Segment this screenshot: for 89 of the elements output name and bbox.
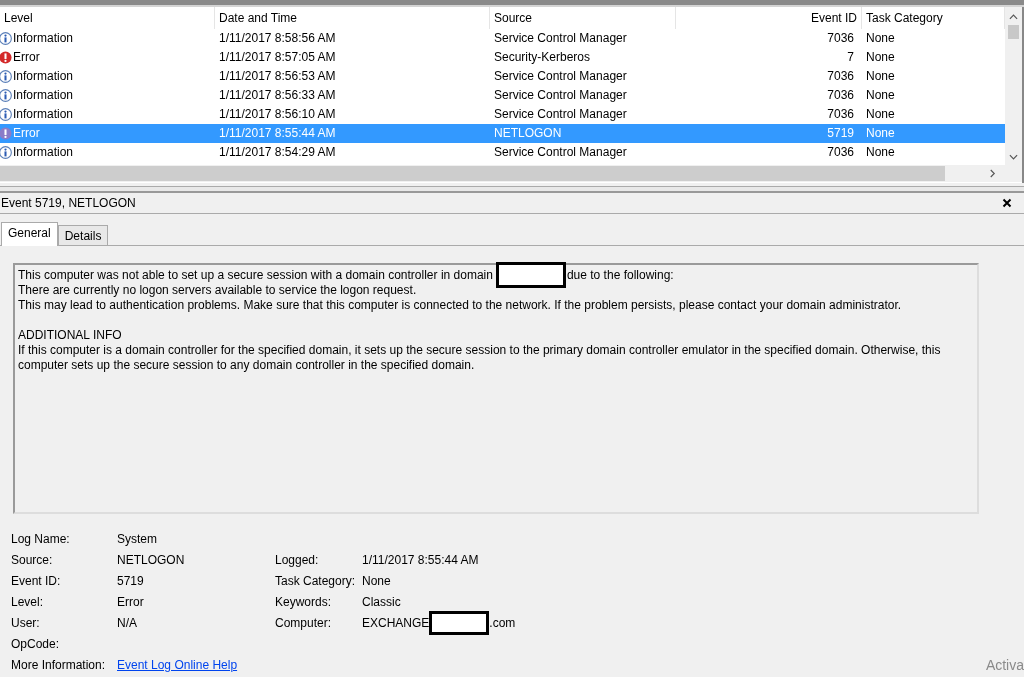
message-text: This may lead to authentication problems. Make sure that this computer is connected to the network. If the problem persists, please contact your domain administrator. (18, 298, 902, 313)
scroll-thumb[interactable] (0, 166, 945, 181)
event-id-cell-text: 7 (846, 49, 855, 66)
pane-splitter[interactable] (0, 186, 1024, 193)
help-link[interactable]: Event Log Online Help (117, 657, 238, 672)
event-id-cell-text: 5719 (826, 125, 855, 142)
tab[interactable]: General (1, 222, 58, 246)
field-label: Task Category: (275, 573, 357, 588)
column-header[interactable]: Source (490, 7, 676, 29)
field-value: EXCHANGE (362, 615, 430, 630)
task-category-cell-text: None (865, 144, 896, 161)
task-category-cell-text: None (865, 30, 896, 47)
error-icon (0, 127, 12, 140)
source-cell-text: NETLOGON (493, 125, 563, 142)
scroll-right-icon[interactable] (989, 169, 996, 178)
field-value: N/A (117, 615, 137, 630)
column-header[interactable]: Date and Time (215, 7, 490, 29)
event-row[interactable]: Information 1/11/2017 8:58:56 AM Service Control Manager 7036 None (0, 29, 1005, 48)
level-text: Information (13, 30, 74, 47)
event-row[interactable]: Information 1/11/2017 8:56:33 AM Service Control Manager 7036 None (0, 86, 1005, 105)
task-category-cell-text: None (865, 125, 896, 142)
date-cell-text: 1/11/2017 8:58:56 AM (218, 30, 337, 47)
horizontal-scrollbar[interactable] (0, 165, 1022, 182)
field-value: Classic (362, 594, 401, 609)
tab[interactable]: Details (57, 225, 109, 245)
date-cell-text: 1/11/2017 8:56:10 AM (218, 106, 337, 123)
level-text: Error (13, 125, 40, 142)
source-cell-text: Service Control Manager (493, 68, 628, 85)
date-cell-text: 1/11/2017 8:56:53 AM (218, 68, 337, 85)
task-category-cell-text: None (865, 49, 896, 66)
field-label: Event ID: (11, 573, 62, 588)
event-title: Event 5719, NETLOGON (1, 196, 136, 210)
event-id-cell-text: 7036 (826, 87, 855, 104)
message-text: due to the following: (566, 268, 674, 282)
event-row[interactable]: Error 1/11/2017 8:57:05 AM Security-Kerberos 7 None (0, 48, 1005, 67)
close-icon[interactable] (1002, 198, 1012, 208)
source-cell-text: Service Control Manager (493, 144, 628, 161)
field-label: More Information: (11, 657, 107, 672)
redaction-box (429, 610, 490, 635)
field-value: System (117, 531, 157, 546)
task-category-cell-text: None (865, 87, 896, 104)
message-text: If this computer is a domain controller for the specified domain, it sets up the secure session to the primary domain controller emulator in the specified domain. Otherwise, this computer sets up the secure session to any domain controller in the specified domain. (18, 343, 941, 373)
field-label: Log Name: (11, 531, 71, 546)
field-value: 1/11/2017 8:55:44 AM (362, 552, 479, 567)
level-text: Error (13, 49, 40, 66)
message-text: There are currently no logon servers available to service the logon request. (18, 283, 417, 298)
source-cell-text: Service Control Manager (493, 106, 628, 123)
field-value: Error (117, 594, 144, 609)
field-label: User: (11, 615, 41, 630)
field-label: Computer: (275, 615, 333, 630)
scroll-thumb[interactable] (1008, 25, 1019, 39)
field-label: Keywords: (275, 594, 333, 609)
event-row[interactable]: Information 1/11/2017 8:56:53 AM Service Control Manager 7036 None (0, 67, 1005, 86)
field-value: None (362, 573, 391, 588)
event-id-cell-text: 7036 (826, 106, 855, 123)
column-header[interactable]: Level (0, 7, 215, 29)
event-id-cell-text: 7036 (826, 144, 855, 161)
date-cell-text: 1/11/2017 8:57:05 AM (218, 49, 337, 66)
source-cell-text: Service Control Manager (493, 30, 628, 47)
source-cell-text: Service Control Manager (493, 87, 628, 104)
date-cell-text: 1/11/2017 8:56:33 AM (218, 87, 337, 104)
date-cell-text: 1/11/2017 8:55:44 AM (218, 125, 337, 142)
source-cell-text: Security-Kerberos (493, 49, 592, 66)
vertical-scrollbar[interactable] (1005, 7, 1022, 165)
level-text: Information (13, 87, 74, 104)
field-label: Source: (11, 552, 54, 567)
column-header[interactable]: Event ID (676, 7, 862, 29)
task-category-cell-text: None (865, 68, 896, 85)
date-cell-text: 1/11/2017 8:54:29 AM (218, 144, 337, 161)
level-text: Information (13, 68, 74, 85)
message-text: This computer was not able to set up a secure session with a domain controller in domain (18, 268, 493, 282)
scroll-down-icon[interactable] (1009, 153, 1018, 161)
event-row[interactable]: Information 1/11/2017 8:54:29 AM Service Control Manager 7036 None (0, 143, 1005, 162)
level-text: Information (13, 106, 74, 123)
field-label: Logged: (275, 552, 320, 567)
field-label: Level: (11, 594, 45, 609)
message-text: ADDITIONAL INFO (18, 328, 122, 343)
field-label: OpCode: (11, 636, 61, 651)
level-text: Information (13, 144, 74, 161)
redaction-box (495, 262, 566, 289)
event-id-cell-text: 7036 (826, 30, 855, 47)
event-row[interactable]: Information 1/11/2017 8:56:10 AM Service Control Manager 7036 None (0, 105, 1005, 124)
event-id-cell-text: 7036 (826, 68, 855, 85)
field-value: NETLOGON (117, 552, 185, 567)
field-value: .com (489, 615, 516, 630)
scroll-up-icon[interactable] (1009, 13, 1018, 21)
activation-notice: Activa (985, 657, 1024, 673)
task-category-cell-text: None (865, 106, 896, 123)
field-value: 5719 (117, 573, 144, 588)
